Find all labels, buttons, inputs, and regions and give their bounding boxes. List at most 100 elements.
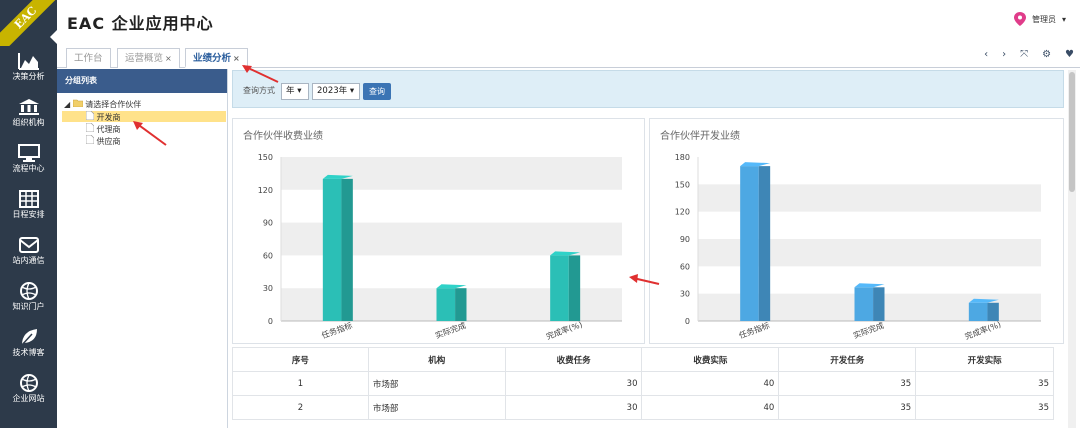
chart-title: 合作伙伴收费业绩 (243, 131, 323, 142)
caret-down-icon: ▾ (1061, 14, 1066, 24)
bar (436, 288, 456, 321)
tree-root[interactable]: ◢ 请选择合作伙伴 (64, 99, 141, 110)
leaf-icon (19, 329, 37, 346)
ball-icon (19, 282, 38, 300)
heart-icon[interactable]: ♥ (1065, 49, 1074, 60)
performance-table: 序号 机构 收费任务 收费实际 开发任务 开发实际 1 市场部 30 40 35… (232, 347, 1054, 420)
col-header[interactable]: 开发实际 (915, 347, 1054, 372)
x-tick-label: 任务指标 (320, 320, 353, 340)
y-tick-label: 0 (685, 317, 690, 326)
ball-icon (19, 374, 38, 392)
table-row[interactable]: 1 市场部 30 40 35 35 (232, 371, 1054, 396)
nav-label: 技术博客 (12, 348, 45, 357)
tab-workbench[interactable]: 工作台 (66, 48, 111, 68)
tree-root-label: 请选择合作伙伴 (85, 100, 142, 109)
col-header[interactable]: 收费实际 (641, 347, 780, 372)
cell: 35 (915, 371, 1054, 396)
group-tree-panel: 分组列表 ◢ 请选择合作伙伴 开发商 代理商 供应商 (57, 69, 228, 428)
chart-panel-dev: 合作伙伴开发业绩 0 30 60 90 120 150 180 任务指标 实际完成 完成率(%) (649, 118, 1064, 344)
fee-bar-chart: 0 30 60 90 120 150 任务指标 实际完成 完成率(%) (258, 153, 622, 341)
col-header[interactable]: 序号 (232, 347, 369, 372)
close-icon[interactable]: × (233, 54, 240, 63)
y-tick-label: 0 (268, 317, 273, 326)
nav-item-messages[interactable]: 站内通信 (0, 232, 57, 276)
col-header[interactable]: 机构 (367, 347, 506, 372)
app-title: EAC 企业应用中心 (67, 14, 214, 33)
query-bar: 查询方式 年 ▾ 2023年 ▾ 查询 (232, 70, 1064, 108)
nav-item-org[interactable]: 组织机构 (0, 94, 57, 138)
table-row[interactable]: 2 市场部 30 40 35 35 (232, 395, 1054, 420)
cell: 35 (778, 371, 917, 396)
folder-icon (72, 99, 84, 108)
nav-item-workflow[interactable]: 流程中心 (0, 140, 57, 184)
query-mode-label: 查询方式 (243, 86, 275, 95)
tree-item-supplier[interactable]: 供应商 (85, 134, 121, 146)
prev-icon[interactable]: ‹ (984, 49, 988, 60)
gear-icon[interactable]: ⚙ (1042, 49, 1051, 60)
next-icon[interactable]: › (1002, 49, 1006, 60)
monitor-icon (17, 144, 40, 162)
bar-top (436, 284, 467, 289)
tab-operations[interactable]: 运营概览 × (117, 48, 180, 68)
x-tick-label: 完成率(%) (545, 319, 584, 341)
tree-item-agent[interactable]: 代理商 (85, 122, 121, 134)
area-chart-icon (17, 53, 39, 70)
nav-item-blog[interactable]: 技术博客 (0, 324, 57, 368)
nav-label: 知识门户 (12, 302, 45, 311)
bar (968, 302, 988, 321)
nav-item-website[interactable]: 企业网站 (0, 370, 57, 414)
scroll-thumb[interactable] (1069, 72, 1075, 192)
tab-label: 业绩分析 (193, 53, 232, 64)
collapse-caret-icon[interactable] (50, 30, 57, 44)
table-icon (18, 190, 39, 208)
header: EAC 企业应用中心 管理员 ▾ (57, 0, 1080, 44)
year-select[interactable]: 2023年 ▾ (312, 83, 360, 100)
nav-item-decision[interactable]: 决策分析 (0, 48, 57, 92)
cell: 35 (778, 395, 917, 420)
nav-label: 流程中心 (12, 164, 45, 173)
dev-bar-chart: 0 30 60 90 120 150 180 任务指标 实际完成 完成率(%) (675, 153, 1041, 341)
file-icon (85, 110, 95, 121)
y-tick-label: 180 (675, 153, 690, 162)
cell: 30 (504, 395, 643, 420)
file-icon (85, 134, 95, 145)
year-value: 2023年 (317, 86, 348, 96)
chart-title: 合作伙伴开发业绩 (660, 131, 740, 142)
tree-title: 分组列表 (57, 69, 227, 93)
bar-side (455, 288, 467, 321)
cell: 2 (232, 395, 369, 420)
y-tick-label: 150 (675, 180, 690, 189)
y-tick-label: 60 (680, 262, 690, 271)
location-pin-icon (1013, 12, 1026, 26)
file-icon (85, 122, 95, 133)
bar-side (873, 287, 885, 321)
bar-side (758, 166, 771, 321)
tab-label: 工作台 (74, 53, 103, 64)
table-header-row: 序号 机构 收费任务 收费实际 开发任务 开发实际 (232, 347, 1054, 372)
nav-item-knowledge[interactable]: 知识门户 (0, 278, 57, 322)
bar (740, 166, 759, 321)
mode-value: 年 (286, 86, 295, 96)
cell: 30 (504, 371, 643, 396)
tree-item-label: 代理商 (96, 125, 121, 134)
close-icon[interactable]: × (165, 54, 172, 63)
chart-panel-fee: 合作伙伴收费业绩 0 30 60 90 120 150 任务指标 实际完成 完成率(%) (232, 118, 645, 344)
tree-item-label: 开发商 (96, 113, 121, 122)
cell: 40 (641, 371, 780, 396)
expand-icon[interactable]: ◢ (64, 100, 70, 109)
nav-item-schedule[interactable]: 日程安排 (0, 186, 57, 230)
user-menu[interactable]: 管理员 ▾ (1013, 12, 1066, 26)
cell: 1 (232, 371, 369, 396)
tab-performance[interactable]: 业绩分析 × (185, 48, 248, 68)
query-button[interactable]: 查询 (363, 83, 391, 100)
mode-select[interactable]: 年 ▾ (281, 83, 309, 100)
tree-item-developer[interactable]: 开发商 (62, 110, 226, 122)
fullscreen-icon[interactable]: ⤧ (1020, 49, 1028, 60)
col-header[interactable]: 开发任务 (778, 347, 917, 372)
vertical-scrollbar[interactable] (1068, 70, 1076, 428)
x-tick-label: 实际完成 (852, 320, 885, 340)
bar-top (740, 162, 771, 167)
bar (550, 255, 569, 321)
cell: 市场部 (367, 395, 506, 420)
col-header[interactable]: 收费任务 (504, 347, 643, 372)
